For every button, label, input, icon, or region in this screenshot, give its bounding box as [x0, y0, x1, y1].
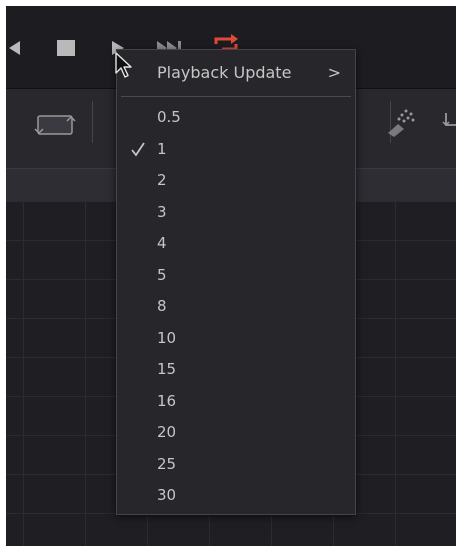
menu-item-15[interactable]: 15: [117, 354, 355, 386]
chevron-right-icon: >: [327, 63, 341, 82]
menu-item-label: 30: [157, 486, 177, 504]
menu-item-16[interactable]: 16: [117, 386, 355, 418]
fusion-viewer-screen: Playback Update > 0.5 1 2 3 4 5 8 10 15 …: [6, 6, 456, 546]
particles-icon[interactable]: [384, 105, 418, 139]
playback-update-menu: Playback Update > 0.5 1 2 3 4 5 8 10 15 …: [116, 49, 356, 515]
menu-item-label: 25: [157, 454, 177, 473]
menu-item-label: 2: [157, 171, 167, 189]
menu-item-0-5[interactable]: 0.5: [117, 102, 355, 134]
menu-item-4[interactable]: 4: [117, 228, 355, 260]
menu-item-label: 8: [157, 297, 167, 315]
menu-item-8[interactable]: 8: [117, 291, 355, 323]
playback-rate-list: 0.5 1 2 3 4 5 8 10 15 16 20 25 30: [117, 102, 355, 512]
menu-item-label: 20: [157, 423, 177, 441]
menu-item-label: 10: [157, 328, 177, 347]
menu-item-20[interactable]: 20: [117, 417, 355, 449]
mouse-cursor-icon: [115, 52, 132, 78]
playback-update-submenu[interactable]: Playback Update >: [117, 50, 355, 96]
stop-icon[interactable]: [56, 40, 76, 56]
menu-item-label: 5: [157, 265, 167, 284]
transform-rect-icon[interactable]: [34, 111, 76, 139]
menu-item-label: 4: [157, 234, 167, 252]
menu-item-30[interactable]: 30: [117, 480, 355, 512]
menu-item-3[interactable]: 3: [117, 197, 355, 229]
previous-icon[interactable]: [6, 40, 22, 56]
menu-item-2[interactable]: 2: [117, 165, 355, 197]
menu-item-5[interactable]: 5: [117, 260, 355, 292]
menu-item-label: 1: [157, 139, 167, 158]
menu-item-label: 3: [157, 202, 167, 221]
menu-item-25[interactable]: 25: [117, 449, 355, 481]
menu-item-1[interactable]: 1: [117, 134, 355, 166]
menu-item-label: 16: [157, 391, 177, 410]
checkmark-icon: [131, 142, 145, 157]
menu-title: Playback Update: [157, 63, 292, 82]
arrow-icon[interactable]: [442, 111, 456, 137]
menu-item-10[interactable]: 10: [117, 323, 355, 355]
menu-item-label: 0.5: [157, 108, 181, 126]
menu-separator: [121, 96, 351, 97]
toolbar-divider: [92, 101, 93, 143]
menu-item-label: 15: [157, 360, 177, 378]
